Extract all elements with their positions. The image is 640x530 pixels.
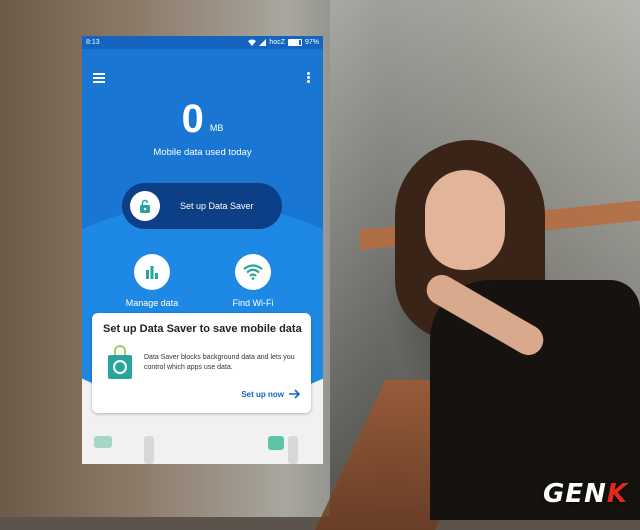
peek-bar — [144, 436, 154, 464]
set-up-data-saver-button[interactable]: Set up Data Saver — [122, 183, 282, 229]
status-bar: 8:13 hocZ 97% — [82, 36, 323, 49]
shopping-bag-icon — [105, 345, 135, 381]
battery-level: 97% — [304, 39, 319, 46]
set-up-now-label: Set up now — [241, 389, 284, 399]
wifi-icon — [235, 254, 271, 290]
status-right: hocZ 97% — [248, 39, 319, 46]
bar-chart-icon — [134, 254, 170, 290]
card-title: Set up Data Saver to save mobile data — [103, 323, 302, 335]
peek-chart-icon — [94, 436, 112, 448]
lock-icon — [130, 191, 160, 221]
signal-icon — [259, 39, 267, 46]
phone-screen: 8:13 hocZ 97% 0 MB Mobile data used today — [82, 36, 323, 464]
set-up-data-saver-label: Set up Data Saver — [180, 201, 254, 211]
peek-mail-icon — [268, 436, 284, 450]
find-wifi-label: Find Wi-Fi — [232, 298, 274, 308]
person-face — [425, 170, 505, 270]
watermark-prefix: GEN — [542, 479, 607, 509]
usage-value: 0 — [181, 97, 204, 141]
menu-icon[interactable] — [93, 71, 105, 85]
watermark-accent: K — [606, 479, 628, 509]
find-wifi-button[interactable]: Find Wi-Fi — [208, 254, 298, 308]
more-vert-icon[interactable] — [307, 71, 311, 84]
usage-unit: MB — [209, 123, 224, 133]
manage-data-button[interactable]: Manage data — [107, 254, 197, 308]
set-up-now-link[interactable]: Set up now — [241, 389, 301, 399]
arrow-right-icon — [289, 389, 301, 399]
data-saver-card: Set up Data Saver to save mobile data Da… — [92, 313, 311, 413]
peek-bar — [288, 436, 298, 464]
card-description: Data Saver blocks background data and le… — [144, 354, 295, 371]
manage-data-label: Manage data — [125, 298, 179, 308]
wifi-status-icon — [248, 39, 257, 46]
usage-readout: 0 MB — [82, 99, 323, 139]
usage-label: Mobile data used today — [153, 147, 252, 158]
battery-icon — [287, 39, 302, 46]
carrier-name: hocZ — [269, 39, 285, 46]
data-usage-panel: 0 MB Mobile data used today Set up Data S… — [82, 49, 323, 404]
watermark-logo: GENK — [543, 479, 628, 509]
status-time: 8:13 — [86, 39, 100, 46]
